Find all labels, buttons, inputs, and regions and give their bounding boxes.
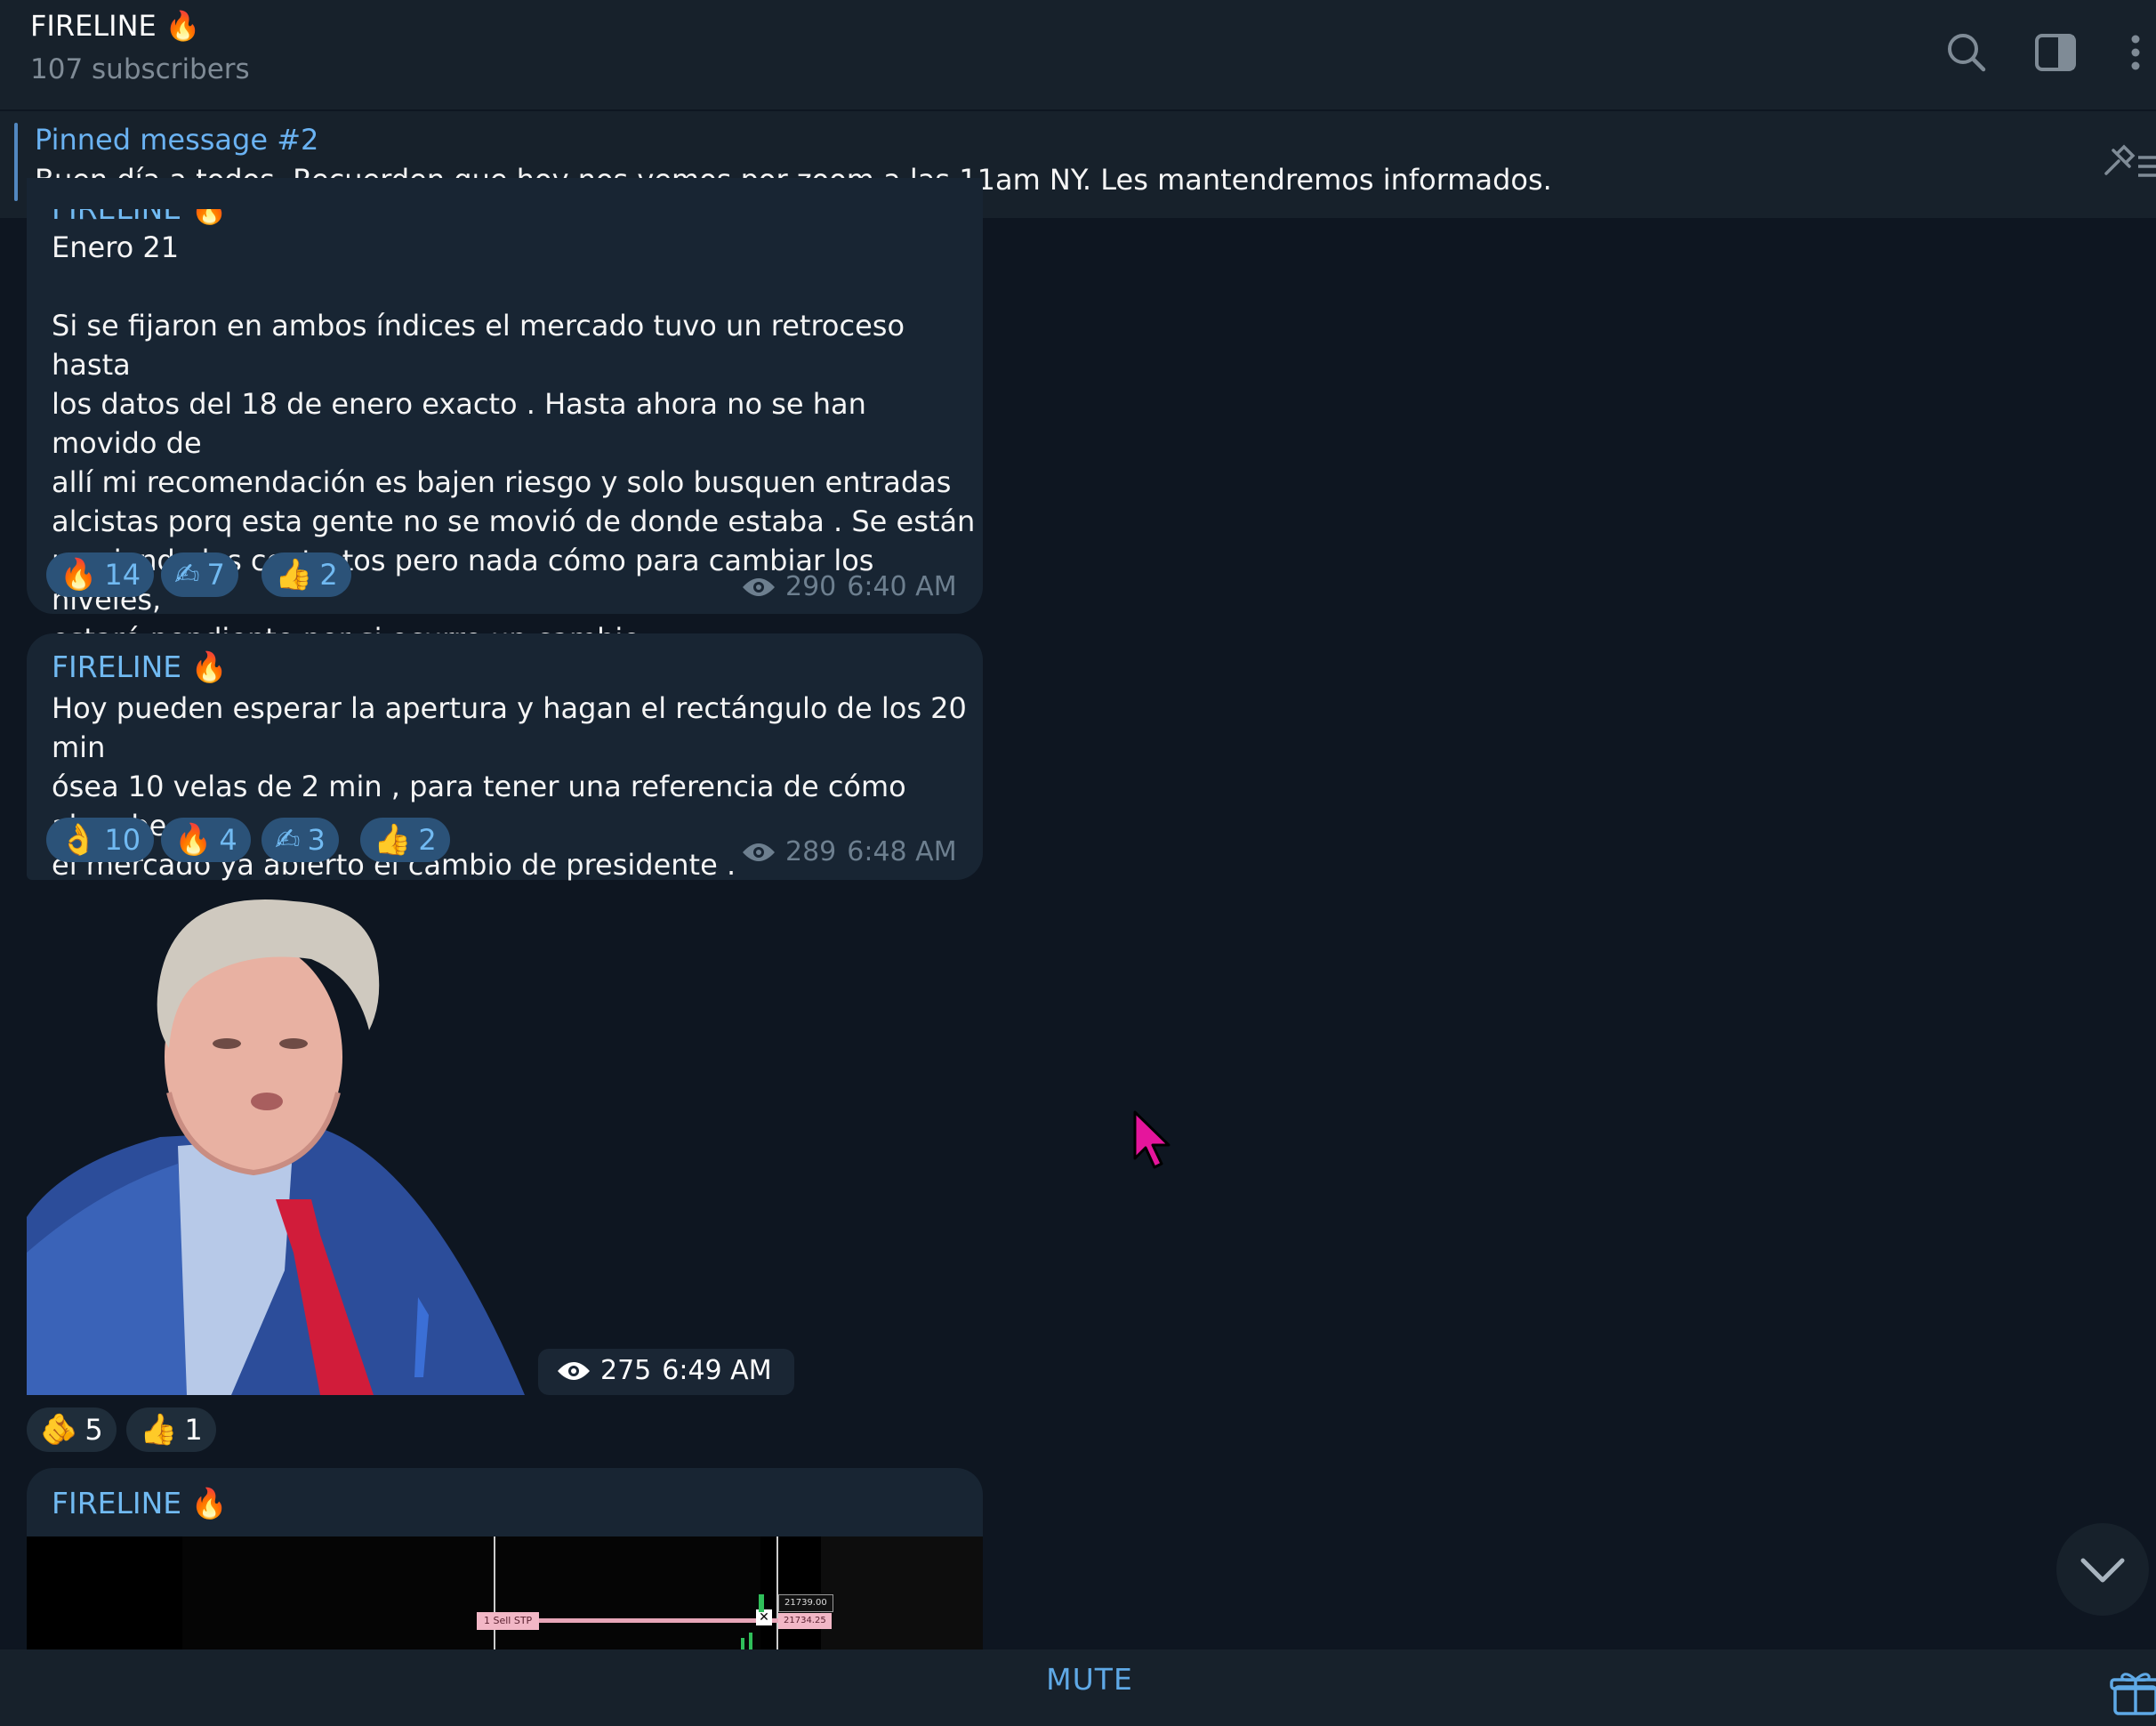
order-label: 1 Sell STP: [477, 1612, 540, 1630]
person-sticker[interactable]: [27, 897, 525, 1395]
eye-icon: [743, 843, 775, 861]
chart-vline: [776, 1536, 778, 1649]
scroll-down-button[interactable]: [2056, 1523, 2149, 1616]
gift-icon[interactable]: [2110, 1671, 2156, 1717]
more-vertical-icon[interactable]: [2108, 25, 2156, 80]
view-count: 289: [785, 836, 837, 867]
subscriber-count: 107 subscribers: [30, 53, 250, 85]
order-line: [529, 1618, 778, 1623]
price-label: 21734.25: [778, 1613, 832, 1629]
chat-title[interactable]: FIRELINE 🔥: [30, 9, 201, 43]
reaction-thumbs-up[interactable]: 👍 1: [126, 1407, 216, 1452]
reaction-thumbs-up[interactable]: 👍 2: [261, 552, 351, 597]
pinned-label[interactable]: Pinned message #2: [35, 123, 318, 157]
message-time: 6:40 AM: [847, 571, 957, 602]
reaction-fire[interactable]: 🔥 14: [46, 552, 155, 597]
message-sender-cut: FIRELINE 🔥: [52, 209, 968, 227]
reaction-fire[interactable]: 🔥 4: [161, 818, 251, 862]
message-sender[interactable]: FIRELINE 🔥: [52, 1486, 228, 1521]
pinned-indicator: [14, 123, 18, 201]
chart-right-panel: [821, 1536, 983, 1649]
message-time: 6:48 AM: [847, 836, 957, 867]
reaction-ok-hand[interactable]: 👌 10: [46, 818, 155, 862]
message-meta: 289 6:48 AM: [741, 836, 957, 867]
message-time: 6:49 AM: [662, 1355, 772, 1386]
chart-vline: [494, 1536, 495, 1649]
message-sender[interactable]: FIRELINE 🔥: [52, 649, 228, 685]
eye-icon: [743, 577, 775, 596]
view-count: 275: [600, 1355, 652, 1386]
pin-list-icon[interactable]: [2099, 138, 2156, 188]
message-meta: 275 6:49 AM: [556, 1355, 772, 1386]
price-label: 21739.00: [778, 1594, 833, 1612]
candle: [749, 1633, 752, 1649]
reaction-writing-hand[interactable]: ✍ 7: [161, 552, 238, 597]
cursor-icon: [1131, 1110, 1176, 1173]
search-icon[interactable]: [1939, 25, 1994, 80]
chart-screenshot-image[interactable]: 1 Sell STP 21739.00 21734.25 ✕: [27, 1536, 983, 1649]
candle: [759, 1594, 764, 1612]
chart-area: [182, 1536, 760, 1649]
sidebar-toggle-icon[interactable]: [2028, 25, 2083, 80]
candle: [741, 1638, 744, 1649]
message-meta: 290 6:40 AM: [741, 571, 957, 602]
view-count: 290: [785, 571, 837, 602]
mute-button[interactable]: MUTE: [0, 1662, 2156, 1697]
chat-header[interactable]: [0, 0, 2156, 109]
eye-icon: [558, 1361, 590, 1380]
reaction-point[interactable]: 🫵 5: [27, 1407, 117, 1452]
reaction-thumbs-up[interactable]: 👍 2: [360, 818, 450, 862]
chevron-down-icon: [2080, 1558, 2125, 1583]
reaction-writing-hand[interactable]: ✍ 3: [261, 818, 339, 862]
